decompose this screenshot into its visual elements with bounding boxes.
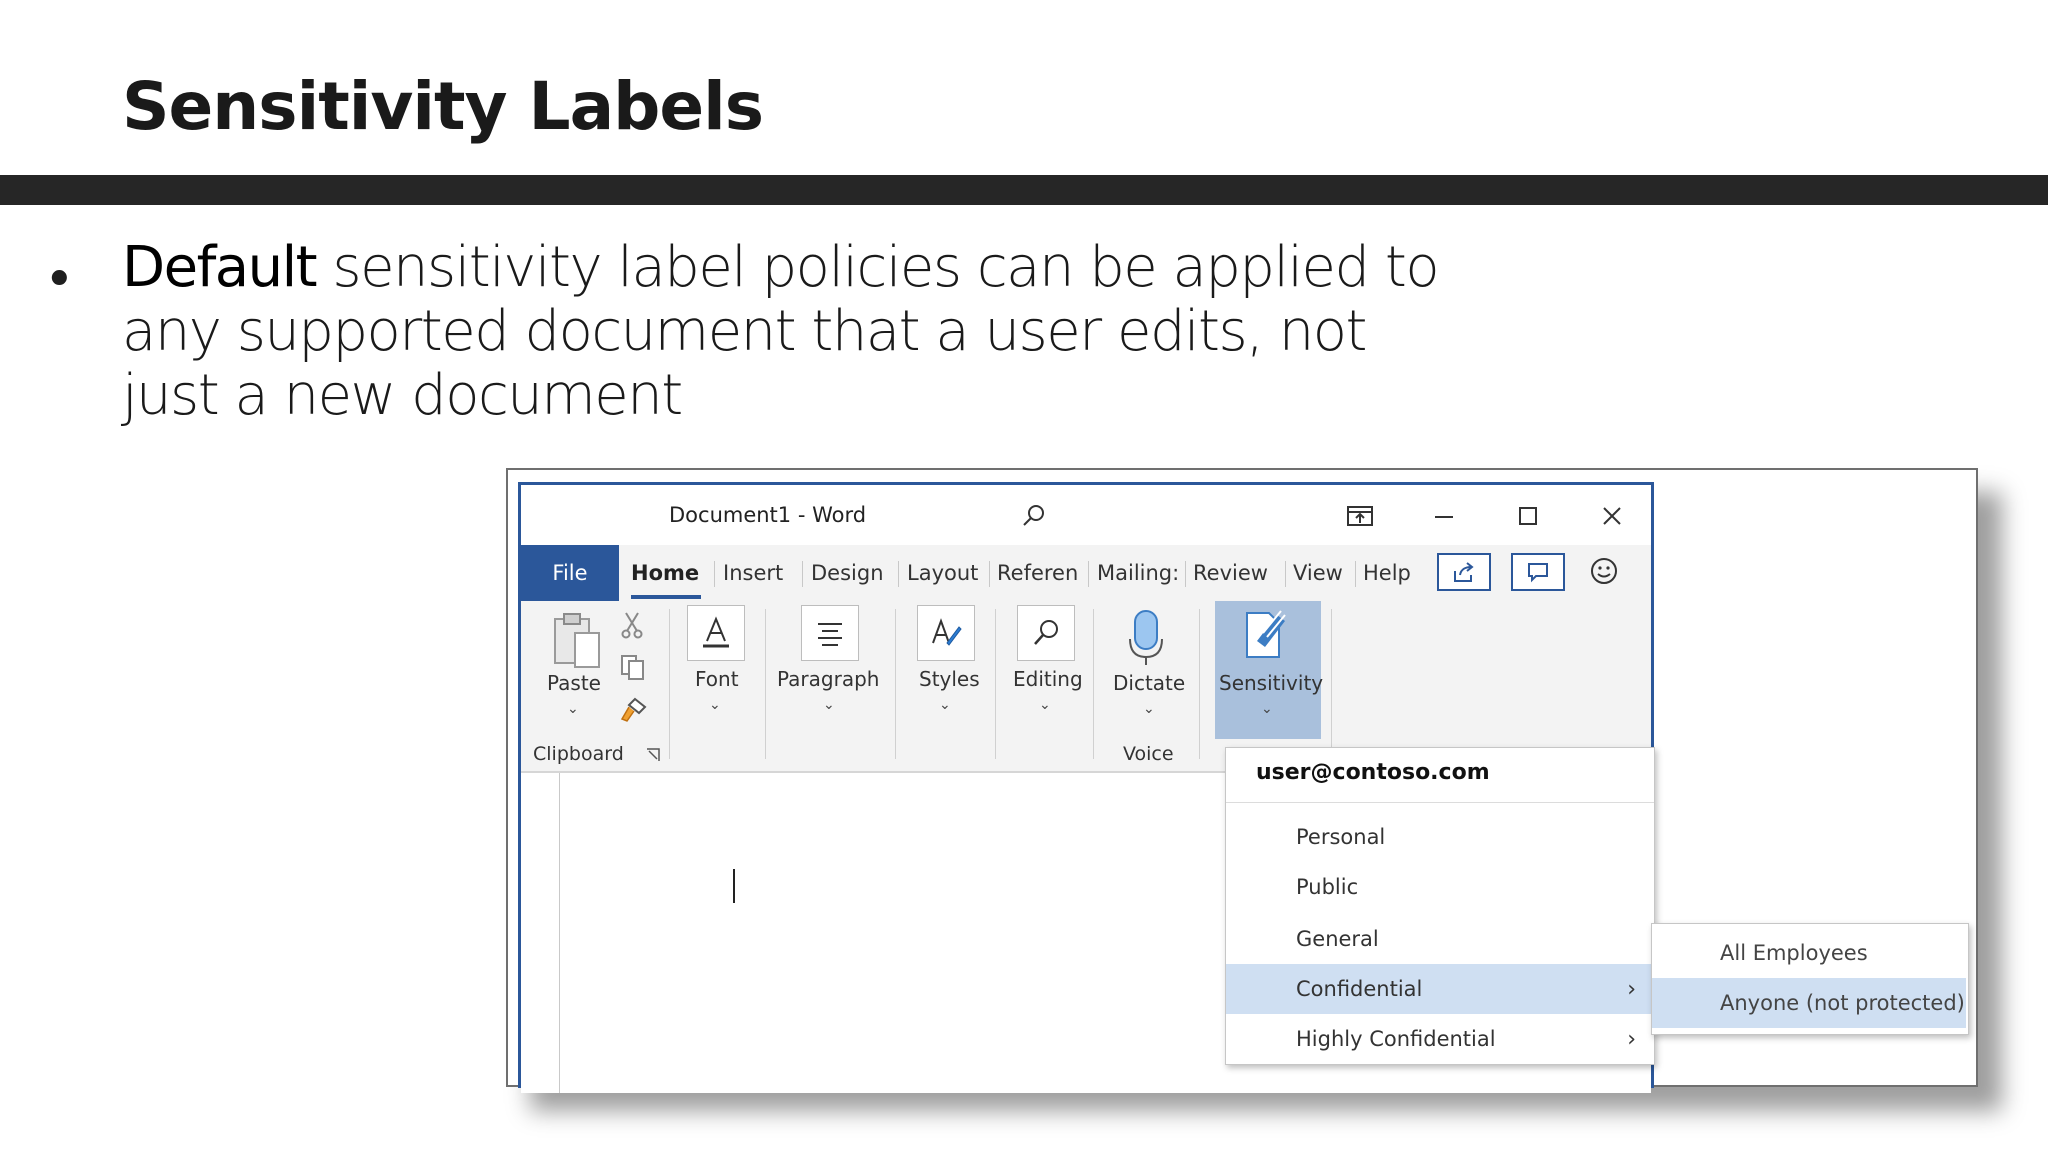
tab-mailings[interactable]: Mailing: <box>1097 545 1179 601</box>
font-label[interactable]: Font <box>695 667 739 691</box>
dialog-launcher-icon[interactable] <box>645 747 661 767</box>
tab-design[interactable]: Design <box>811 545 884 601</box>
slide-title: Sensitivity Labels <box>122 68 764 145</box>
text-cursor <box>733 869 735 903</box>
chevron-right-icon: › <box>1627 1026 1636 1052</box>
menu-divider <box>1226 802 1654 803</box>
sensitivity-chevron-down-icon: ⌄ <box>1261 701 1273 717</box>
label-public[interactable]: Public <box>1226 862 1652 912</box>
ribbon-divider <box>1093 609 1094 759</box>
label-confidential-text: Confidential <box>1296 977 1423 1001</box>
format-painter-icon[interactable] <box>619 695 649 729</box>
font-icon[interactable] <box>687 605 745 661</box>
tab-file[interactable]: File <box>521 545 619 601</box>
sensitivity-button[interactable]: Sensitivity ⌄ <box>1215 601 1324 739</box>
ribbon-divider <box>895 609 896 759</box>
ribbon-tabs: File Home Insert Design Layout Referen M… <box>521 545 1651 601</box>
editing-label[interactable]: Editing <box>1013 667 1083 691</box>
label-general[interactable]: General <box>1226 914 1652 964</box>
ribbon-divider <box>1331 609 1332 759</box>
label-personal[interactable]: Personal <box>1226 812 1652 862</box>
clipboard-label: Clipboard <box>533 743 624 765</box>
tab-review[interactable]: Review <box>1193 545 1268 601</box>
label-highly-confidential-text: Highly Confidential <box>1296 1027 1496 1051</box>
tab-home[interactable]: Home <box>631 545 699 601</box>
tab-divider <box>714 561 715 587</box>
active-tab-indicator <box>631 595 701 599</box>
word-window: Document1 - Word File Home Insert Design… <box>518 482 1969 1093</box>
sublabel-all-employees-text: All Employees <box>1720 941 1868 965</box>
label-public-text: Public <box>1296 875 1359 899</box>
search-icon[interactable] <box>1017 499 1051 533</box>
ribbon-divider <box>1199 609 1200 759</box>
paste-chevron-down-icon[interactable]: ⌄ <box>567 701 579 717</box>
bullet-strong-word: Default <box>122 235 318 300</box>
word-screenshot-frame: Document1 - Word File Home Insert Design… <box>506 468 1978 1093</box>
paste-icon[interactable] <box>551 611 603 671</box>
bullet-text: Default sensitivity label policies can b… <box>122 236 1452 428</box>
editing-search-icon[interactable] <box>1017 605 1075 661</box>
label-personal-text: Personal <box>1296 825 1386 849</box>
paragraph-icon[interactable] <box>801 605 859 661</box>
window-title: Document1 - Word <box>669 503 867 527</box>
cut-icon[interactable] <box>621 611 643 643</box>
tab-divider <box>898 561 899 587</box>
sublabel-anyone-text: Anyone (not protected) <box>1720 991 1965 1015</box>
close-icon[interactable] <box>1595 499 1629 533</box>
tab-insert[interactable]: Insert <box>723 545 783 601</box>
page-margin-line <box>559 773 560 1093</box>
clipboard-group: Paste ⌄ Clipboard <box>521 601 667 771</box>
feedback-smiley-icon[interactable] <box>1587 554 1621 588</box>
font-chevron-down-icon[interactable]: ⌄ <box>709 697 721 713</box>
tab-references[interactable]: Referen <box>997 545 1078 601</box>
label-highly-confidential[interactable]: Highly Confidential › <box>1226 1014 1652 1064</box>
title-divider-bar <box>0 175 2048 205</box>
tab-view[interactable]: View <box>1293 545 1343 601</box>
styles-icon[interactable] <box>917 605 975 661</box>
comments-button[interactable] <box>1511 553 1565 591</box>
sensitivity-icon <box>1243 607 1293 667</box>
paragraph-chevron-down-icon[interactable]: ⌄ <box>823 697 835 713</box>
tab-divider <box>1285 561 1286 587</box>
sublabel-all-employees[interactable]: All Employees <box>1652 928 1966 978</box>
tab-layout[interactable]: Layout <box>907 545 978 601</box>
tab-divider <box>989 561 990 587</box>
tab-divider <box>802 561 803 587</box>
dictate-chevron-down-icon[interactable]: ⌄ <box>1143 701 1155 717</box>
paste-label[interactable]: Paste <box>547 671 601 695</box>
styles-label[interactable]: Styles <box>919 667 980 691</box>
minimize-icon[interactable] <box>1427 499 1461 533</box>
sensitivity-label: Sensitivity <box>1219 671 1324 695</box>
paragraph-label[interactable]: Paragraph <box>777 667 879 691</box>
styles-chevron-down-icon[interactable]: ⌄ <box>939 697 951 713</box>
ribbon-divider <box>765 609 766 759</box>
tab-divider <box>1355 561 1356 587</box>
label-confidential[interactable]: Confidential › <box>1226 964 1652 1014</box>
account-email: user@contoso.com <box>1256 760 1490 785</box>
share-button[interactable] <box>1437 553 1491 591</box>
bullet-marker: • <box>44 250 75 310</box>
editing-chevron-down-icon[interactable]: ⌄ <box>1039 697 1051 713</box>
tab-divider <box>1088 561 1089 587</box>
tab-divider <box>1185 561 1186 587</box>
ribbon-display-options-icon[interactable] <box>1343 499 1377 533</box>
ribbon-divider <box>669 609 670 759</box>
sublabel-anyone-not-protected[interactable]: Anyone (not protected) <box>1652 978 1966 1028</box>
ribbon-divider <box>995 609 996 759</box>
confidential-submenu: All Employees Anyone (not protected) <box>1651 923 1969 1035</box>
tab-help[interactable]: Help <box>1363 545 1411 601</box>
sensitivity-dropdown: user@contoso.com Personal Public General… <box>1225 747 1655 1065</box>
copy-icon[interactable] <box>619 653 647 685</box>
label-general-text: General <box>1296 927 1379 951</box>
window-titlebar: Document1 - Word <box>521 485 1651 545</box>
bullet-body: sensitivity label policies can be applie… <box>122 235 1440 428</box>
voice-group-label: Voice <box>1123 743 1174 765</box>
microphone-icon[interactable] <box>1125 609 1167 671</box>
dictate-label[interactable]: Dictate <box>1113 671 1185 695</box>
chevron-right-icon: › <box>1627 976 1636 1002</box>
maximize-icon[interactable] <box>1511 499 1545 533</box>
